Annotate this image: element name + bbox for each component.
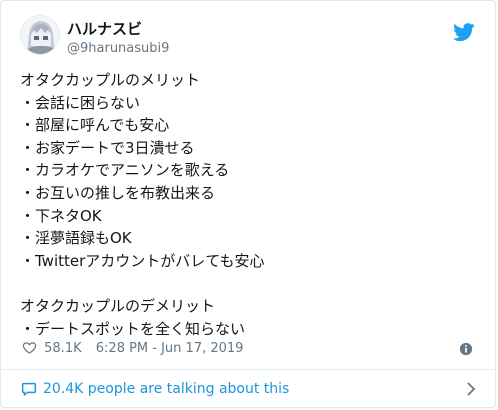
tweet-line: ・Twitterアカウントがバレても安心	[20, 251, 265, 270]
user-handle[interactable]: @9harunasubi9	[67, 42, 169, 56]
twitter-bird-icon[interactable]	[453, 23, 475, 41]
tweet-line: ・部屋に呼んでも安心	[20, 116, 170, 135]
tweet-text: オタクカップルのメリット ・会話に困らない ・部屋に呼んでも安心 ・お家デートで…	[20, 69, 479, 340]
display-name[interactable]: ハルナスビ	[67, 21, 142, 37]
chevron-right-icon[interactable]	[466, 382, 476, 396]
chat-bubble-icon	[21, 382, 37, 396]
heart-icon[interactable]	[22, 340, 37, 355]
conversation-link[interactable]: 20.4K people are talking about this	[1, 370, 495, 408]
tweet-line: ・カラオケでアニソンを歌える	[20, 161, 230, 180]
tweet-timestamp[interactable]: 6:28 PM - Jun 17, 2019	[96, 340, 244, 358]
tweet-line: オタクカップルのデメリット	[20, 296, 216, 315]
like-count[interactable]: 58.1K	[44, 340, 81, 358]
tweet-line: ・会話に困らない	[20, 93, 141, 112]
tweet-line: ・デートスポットを全く知らない	[20, 319, 246, 338]
tweet-meta: 58.1K 6:28 PM - Jun 17, 2019	[22, 340, 479, 360]
tweet-header: ハルナスビ @9harunasubi9	[20, 15, 481, 65]
tweet-line: ・淫夢語録もOK	[20, 229, 132, 248]
tweet-card: ハルナスビ @9harunasubi9 オタクカップルのメリット ・会話に困らな…	[0, 0, 496, 408]
conversation-label[interactable]: 20.4K people are talking about this	[43, 380, 289, 398]
tweet-line: オタクカップルのメリット	[20, 71, 201, 89]
tweet-line: ・お家デートで3日潰せる	[20, 138, 195, 157]
avatar[interactable]	[20, 15, 60, 55]
tweet-line: ・お互いの推しを布教出来る	[20, 183, 216, 202]
tweet-line: ・下ネタOK	[20, 206, 102, 225]
avatar-image	[21, 16, 59, 54]
info-icon[interactable]	[459, 342, 473, 356]
